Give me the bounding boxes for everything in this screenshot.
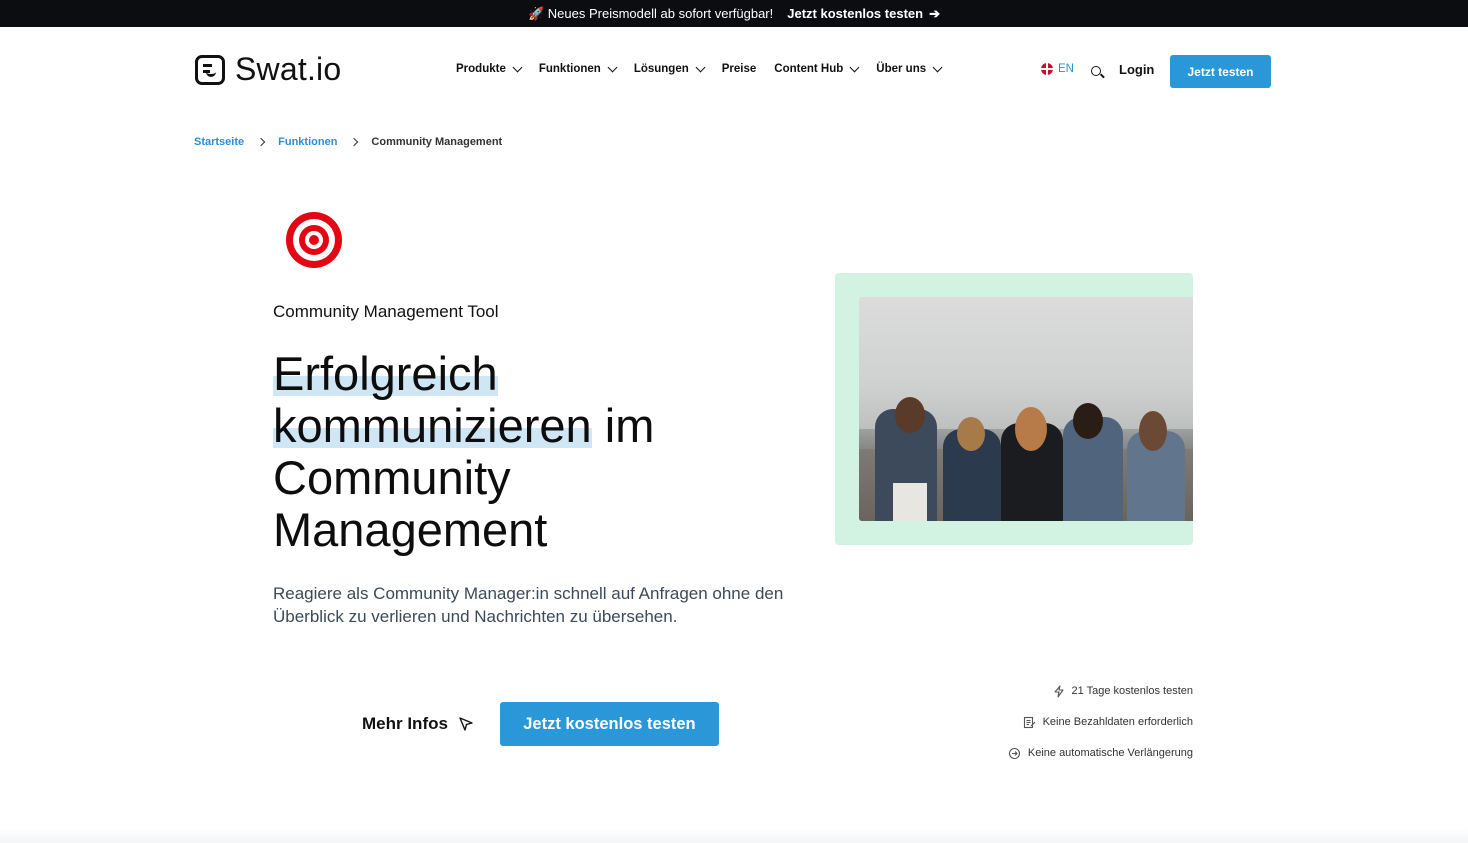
nav-label: Produkte	[456, 63, 506, 75]
hero-image-frame	[835, 273, 1193, 545]
promo-cta-link[interactable]: Jetzt kostenlos testen ➔	[787, 6, 940, 22]
breadcrumb: Startseite Funktionen Community Manageme…	[194, 136, 502, 148]
nav-item-content-hub[interactable]: Content Hub	[774, 62, 860, 75]
language-label: EN	[1058, 63, 1074, 75]
benefit-item: Keine Bezahldaten erforderlich	[1023, 714, 1193, 730]
nav-item-loesungen[interactable]: Lösungen	[633, 62, 706, 75]
headline-highlight: Erfolgreich	[273, 347, 498, 400]
hero-trial-button[interactable]: Jetzt kostenlos testen	[499, 702, 719, 746]
breadcrumb-link-startseite[interactable]: Startseite	[194, 136, 244, 148]
promo-cta-label: Jetzt kostenlos testen	[787, 6, 924, 21]
nav-item-ueber-uns[interactable]: Über uns	[876, 62, 943, 75]
more-info-link[interactable]: Mehr Infos	[362, 714, 474, 734]
nav-item-preise[interactable]: Preise	[722, 63, 757, 75]
headline-text: Community	[273, 451, 511, 504]
uk-flag-icon	[1041, 63, 1053, 75]
main-nav: Produkte Funktionen Lösungen Preise Cont…	[456, 62, 943, 75]
cancel-renew-icon	[1008, 747, 1020, 759]
benefit-item: 21 Tage kostenlos testen	[1053, 683, 1194, 699]
search-icon[interactable]	[1091, 66, 1101, 76]
more-info-label: Mehr Infos	[362, 714, 448, 733]
chevron-down-icon	[695, 62, 706, 72]
cursor-icon	[459, 717, 473, 731]
nav-label: Content Hub	[774, 63, 844, 75]
hero-eyebrow: Community Management Tool	[273, 302, 499, 321]
chevron-right-icon	[350, 137, 359, 147]
promo-text: 🚀 Neues Preismodell ab sofort verfügbar!	[528, 5, 774, 21]
headline-text: im	[591, 399, 655, 452]
promo-bar: 🚀 Neues Preismodell ab sofort verfügbar!…	[0, 0, 1468, 27]
lightning-icon	[1053, 684, 1064, 698]
benefit-list: 21 Tage kostenlos testen Keine Bezahldat…	[1008, 683, 1193, 761]
benefit-text: Keine Bezahldaten erforderlich	[1042, 716, 1193, 728]
document-edit-icon	[1023, 716, 1035, 728]
target-icon	[286, 212, 342, 268]
nav-item-produkte[interactable]: Produkte	[456, 62, 523, 75]
header-trial-button[interactable]: Jetzt testen	[1170, 55, 1271, 88]
headline-text: Management	[273, 503, 548, 556]
nav-item-funktionen[interactable]: Funktionen	[538, 62, 618, 75]
arrow-right-icon: ➔	[929, 5, 940, 21]
headline-highlight: kommunizieren	[273, 399, 592, 452]
hero-headline: Erfolgreich kommunizieren im Community M…	[273, 347, 793, 556]
logo-text: Swat.io	[235, 51, 342, 87]
swatio-logo-icon	[195, 54, 225, 85]
site-header: Swat.io Produkte Funktionen Lösungen Pre…	[0, 27, 1468, 115]
section-divider	[0, 828, 1468, 843]
login-link[interactable]: Login	[1119, 62, 1154, 77]
benefit-text: 21 Tage kostenlos testen	[1071, 685, 1194, 697]
chevron-right-icon	[256, 137, 266, 147]
chevron-down-icon	[512, 62, 523, 72]
chevron-down-icon	[932, 62, 943, 72]
hero-lead: Reagiere als Community Manager:in schnel…	[273, 584, 784, 626]
nav-label: Preise	[721, 63, 757, 75]
benefit-item: Keine automatische Verlängerung	[1008, 745, 1193, 761]
benefit-text: Keine automatische Verlängerung	[1027, 747, 1193, 759]
chevron-down-icon	[607, 62, 618, 72]
hero-photo	[859, 297, 1193, 521]
language-switcher[interactable]: EN	[1041, 63, 1074, 75]
breadcrumb-link-funktionen[interactable]: Funktionen	[278, 136, 337, 148]
breadcrumb-current: Community Management	[371, 136, 503, 148]
logo[interactable]: Swat.io	[195, 51, 341, 88]
chevron-down-icon	[849, 62, 860, 72]
nav-label: Funktionen	[538, 63, 601, 75]
hero-actions: Mehr Infos Jetzt kostenlos testen	[362, 702, 719, 746]
nav-label: Lösungen	[633, 63, 689, 75]
nav-label: Über uns	[876, 63, 927, 75]
